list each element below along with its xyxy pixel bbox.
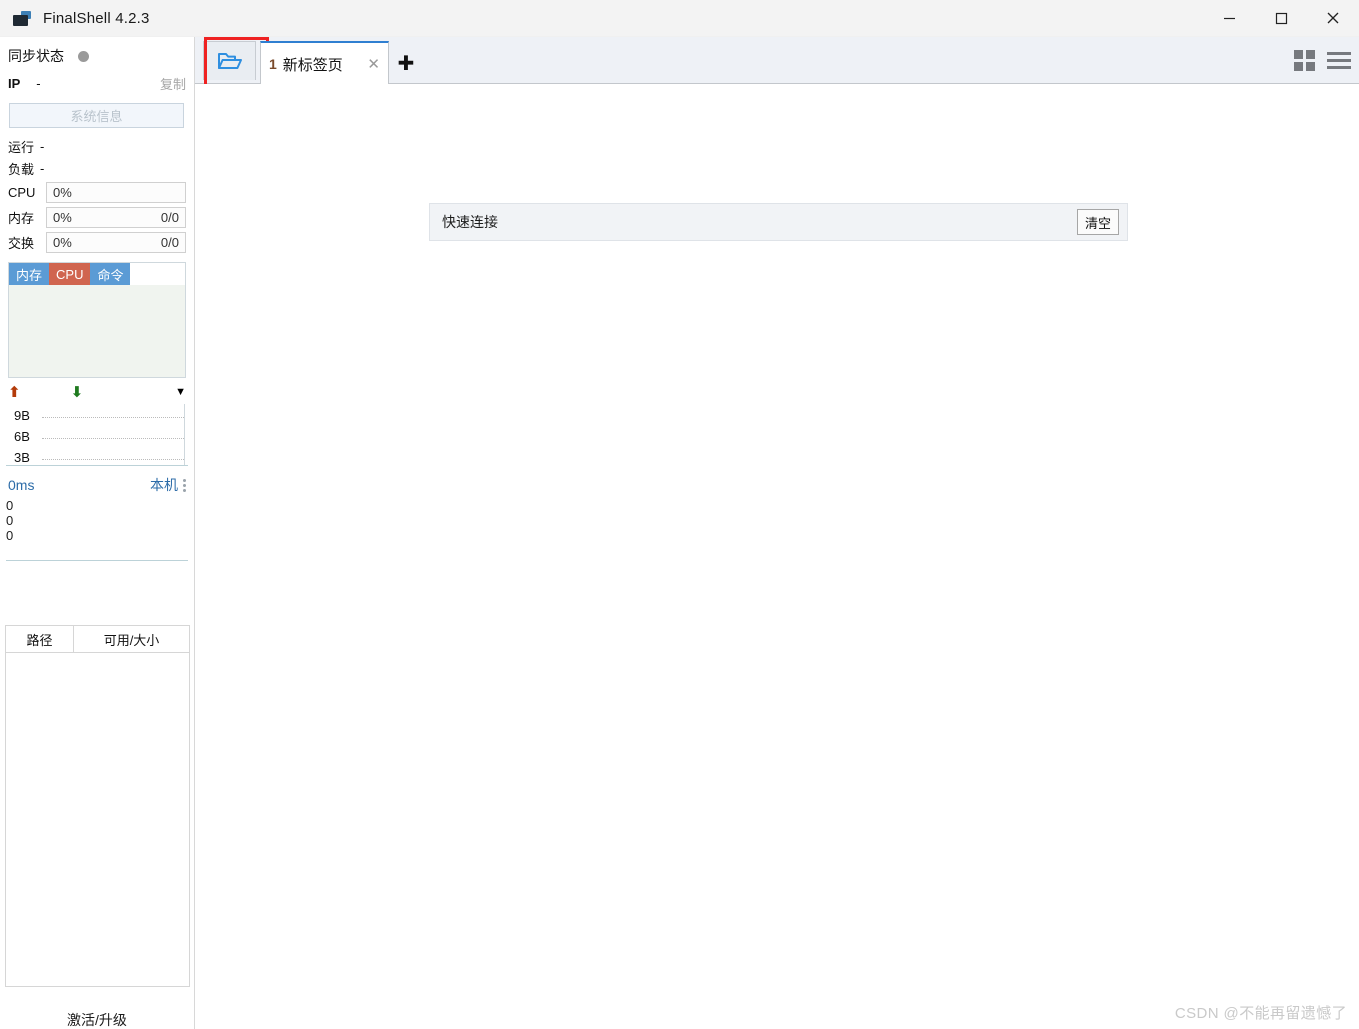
uptime-label: 运行 bbox=[8, 139, 35, 155]
process-tab-command[interactable]: 命令 bbox=[90, 263, 131, 285]
open-connection-manager-button[interactable] bbox=[203, 37, 269, 88]
tab-strip: 1 新标签页 ✕ ✚ bbox=[195, 37, 1359, 88]
drag-handle-icon[interactable] bbox=[183, 478, 186, 492]
meter-row-swap: 交换 0% 0/0 bbox=[0, 231, 194, 254]
load-value: - bbox=[40, 160, 45, 176]
window-title: FinalShell 4.2.3 bbox=[43, 9, 150, 27]
ip-row: IP - 复制 bbox=[0, 71, 194, 95]
disk-column-path[interactable]: 路径 bbox=[6, 626, 74, 652]
main-content: 快速连接 清空 CSDN @不能再留遗憾了 bbox=[196, 84, 1359, 1029]
uptime-value: - bbox=[40, 138, 45, 154]
meter-bar-swap: 0% 0/0 bbox=[46, 232, 186, 253]
meter-percent-swap: 0% bbox=[53, 235, 72, 250]
meter-percent-memory: 0% bbox=[53, 210, 72, 225]
uptime-row: 运行 - bbox=[0, 135, 194, 157]
tab-strip-actions bbox=[1294, 37, 1351, 84]
latency-header: 0ms 本机 bbox=[0, 472, 194, 498]
quick-connect-bar: 快速连接 清空 bbox=[429, 203, 1128, 241]
quick-connect-label: 快速连接 bbox=[442, 214, 498, 230]
minimize-icon[interactable] bbox=[1203, 0, 1255, 37]
arrow-up-icon: ⬆ bbox=[8, 384, 21, 401]
latency-value: 0ms bbox=[8, 477, 35, 493]
meter-label-cpu: CPU bbox=[8, 185, 36, 200]
process-tab-memory[interactable]: 内存 bbox=[9, 263, 50, 285]
window-controls bbox=[1203, 0, 1359, 37]
meter-bar-cpu: 0% bbox=[46, 182, 186, 203]
latency-chart-ylabel-0: 0 bbox=[6, 498, 14, 513]
close-icon[interactable] bbox=[1307, 0, 1359, 37]
sync-status-row: 同步状态 bbox=[0, 43, 194, 69]
network-controls-row: ⬆ ⬇ ▼ bbox=[0, 380, 194, 404]
disk-table: 路径 可用/大小 bbox=[5, 625, 190, 987]
copy-ip-button[interactable]: 复制 bbox=[160, 74, 186, 93]
tab-label: 新标签页 bbox=[282, 56, 343, 74]
load-row: 负载 - bbox=[0, 157, 194, 179]
close-icon[interactable]: ✕ bbox=[367, 55, 380, 73]
latency-chart: 0 0 0 bbox=[6, 498, 188, 561]
process-tab-bar: 内存 CPU 命令 bbox=[9, 263, 185, 285]
grid-layout-icon[interactable] bbox=[1294, 50, 1315, 71]
network-chart-ylabel-2: 3B bbox=[14, 450, 30, 465]
ip-label: IP bbox=[8, 75, 21, 91]
meter-label-swap: 交换 bbox=[8, 236, 35, 251]
latency-host-select[interactable]: 本机 bbox=[150, 475, 178, 495]
meter-bar-memory: 0% 0/0 bbox=[46, 207, 186, 228]
tab-index: 1 bbox=[269, 56, 277, 72]
latency-chart-ylabel-1: 0 bbox=[6, 513, 14, 528]
hamburger-menu-icon[interactable] bbox=[1327, 52, 1351, 69]
watermark: CSDN @不能再留遗憾了 bbox=[1174, 1005, 1347, 1022]
chevron-down-icon[interactable]: ▼ bbox=[175, 386, 186, 398]
meter-detail-swap: 0/0 bbox=[160, 235, 179, 250]
sync-status-label: 同步状态 bbox=[8, 48, 64, 64]
status-dot-icon bbox=[78, 50, 89, 62]
sidebar: 同步状态 IP - 复制 系统信息 运行 - 负载 - CPU 0% 内存 0%… bbox=[0, 37, 195, 1029]
network-chart-ylabel-1: 6B bbox=[14, 429, 30, 444]
ip-value: - bbox=[36, 75, 41, 91]
disk-table-header: 路径 可用/大小 bbox=[6, 626, 189, 653]
disk-table-body[interactable] bbox=[6, 653, 189, 986]
meter-detail-memory: 0/0 bbox=[160, 210, 179, 225]
clear-button[interactable]: 清空 bbox=[1077, 209, 1119, 235]
meter-row-memory: 内存 0% 0/0 bbox=[0, 206, 194, 229]
folder-open-icon bbox=[217, 53, 242, 69]
meter-row-cpu: CPU 0% bbox=[0, 181, 194, 204]
process-list[interactable] bbox=[9, 285, 185, 377]
finalshell-window: FinalShell 4.2.3 同步状态 IP - 复制 系统信息 运行 - … bbox=[0, 0, 1359, 1029]
load-label: 负载 bbox=[8, 161, 35, 177]
title-bar: FinalShell 4.2.3 bbox=[0, 0, 1359, 37]
latency-chart-ylabel-2: 0 bbox=[6, 528, 14, 543]
maximize-icon[interactable] bbox=[1255, 0, 1307, 37]
meter-label-memory: 内存 bbox=[8, 211, 35, 226]
meter-percent-cpu: 0% bbox=[53, 185, 72, 200]
activate-upgrade-link[interactable]: 激活/升级 bbox=[0, 1005, 194, 1029]
process-panel: 内存 CPU 命令 bbox=[8, 262, 186, 378]
system-info-button[interactable]: 系统信息 bbox=[9, 103, 184, 128]
network-chart-ylabel-0: 9B bbox=[14, 408, 30, 423]
network-traffic-chart: 9B 6B 3B bbox=[6, 404, 188, 466]
computer-icon bbox=[13, 10, 31, 26]
process-tab-cpu[interactable]: CPU bbox=[49, 263, 91, 285]
plus-icon[interactable]: ✚ bbox=[391, 41, 421, 85]
tab-new-tab[interactable]: 1 新标签页 ✕ bbox=[260, 41, 389, 85]
arrow-down-icon: ⬇ bbox=[70, 384, 84, 401]
disk-column-size[interactable]: 可用/大小 bbox=[74, 626, 189, 652]
